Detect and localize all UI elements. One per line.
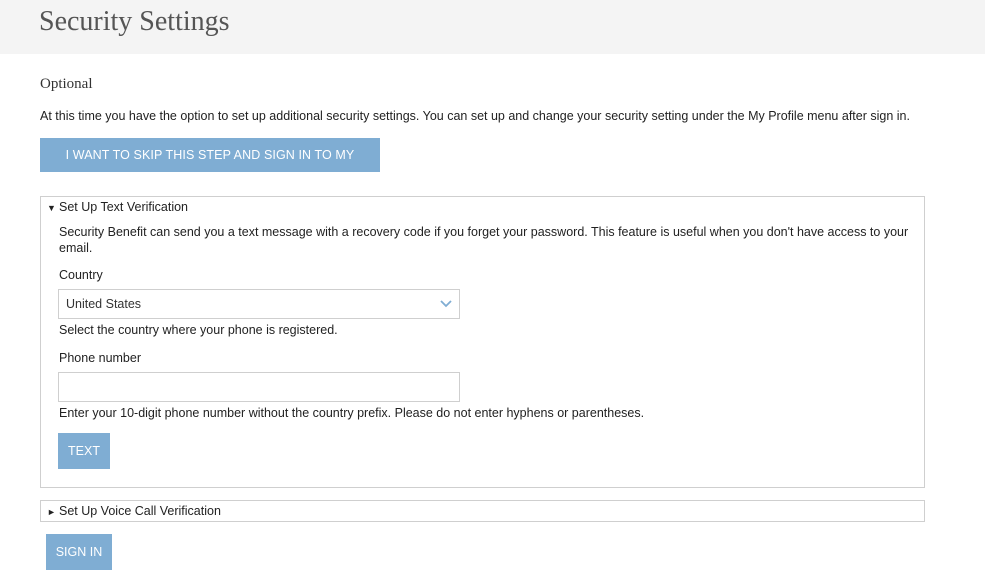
voice-verification-toggle[interactable]: ► Set Up Voice Call Verification bbox=[47, 504, 221, 518]
page-header: Security Settings bbox=[0, 0, 985, 54]
phone-hint: Enter your 10-digit phone number without… bbox=[59, 406, 645, 420]
country-hint: Select the country where your phone is r… bbox=[59, 323, 338, 337]
text-verification-summary: Set Up Text Verification bbox=[59, 200, 189, 214]
sign-in-button[interactable]: SIGN IN bbox=[46, 534, 112, 570]
chevron-down-icon bbox=[440, 300, 452, 308]
send-text-button[interactable]: TEXT bbox=[58, 433, 110, 469]
text-verification-description: Security Benefit can send you a text mes… bbox=[59, 225, 909, 255]
intro-text: At this time you have the option to set … bbox=[40, 109, 910, 123]
skip-and-sign-in-button[interactable]: I WANT TO SKIP THIS STEP AND SIGN IN TO … bbox=[40, 138, 380, 196]
page-title: Security Settings bbox=[39, 6, 230, 37]
voice-verification-summary: Set Up Voice Call Verification bbox=[59, 504, 221, 518]
country-select[interactable]: United States bbox=[58, 289, 460, 319]
text-verification-toggle[interactable]: ▼ Set Up Text Verification bbox=[47, 200, 188, 214]
voice-verification-panel: ► Set Up Voice Call Verification bbox=[40, 500, 925, 522]
triangle-down-icon: ▼ bbox=[47, 203, 56, 213]
section-subtitle: Optional bbox=[40, 76, 93, 92]
text-verification-panel: ▼ Set Up Text Verification Security Benef… bbox=[40, 196, 925, 488]
phone-number-input[interactable] bbox=[58, 372, 460, 402]
phone-label: Phone number bbox=[59, 351, 142, 365]
country-label: Country bbox=[59, 268, 103, 282]
country-select-value: United States bbox=[66, 297, 142, 311]
triangle-right-icon: ► bbox=[47, 507, 56, 517]
